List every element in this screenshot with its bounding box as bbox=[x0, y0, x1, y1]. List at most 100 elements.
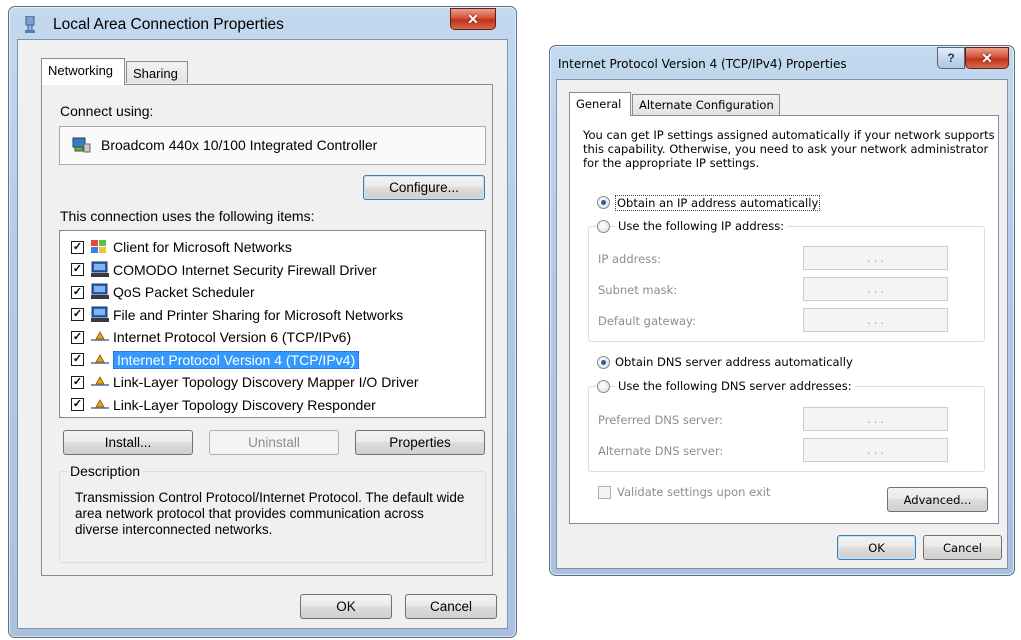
configure-button-label: Configure... bbox=[389, 180, 459, 195]
network-service-icon bbox=[90, 261, 110, 279]
configure-button[interactable]: Configure... bbox=[363, 175, 485, 200]
close-icon: ✕ bbox=[981, 49, 993, 66]
ip-address-field[interactable]: . . . bbox=[803, 246, 948, 270]
list-item[interactable]: ✓ Link-Layer Topology Discovery Mapper I/… bbox=[71, 371, 419, 393]
intro-line-1: You can get IP settings assigned automat… bbox=[583, 128, 995, 142]
protocol-icon bbox=[90, 351, 110, 369]
close-icon: ✕ bbox=[467, 10, 479, 27]
components-list[interactable]: ✓ Client for Microsoft Networks ✓ COMODO In… bbox=[59, 230, 486, 418]
help-button[interactable]: ? bbox=[937, 47, 965, 69]
subnet-mask-label: Subnet mask: bbox=[598, 283, 678, 297]
advanced-button-label: Advanced... bbox=[903, 492, 972, 507]
properties-button[interactable]: Properties bbox=[355, 430, 485, 455]
items-heading: This connection uses the following items… bbox=[60, 208, 315, 224]
protocol-icon bbox=[90, 396, 110, 414]
advanced-button[interactable]: Advanced... bbox=[887, 487, 988, 512]
title-bar[interactable]: Internet Protocol Version 4 (TCP/IPv4) P… bbox=[550, 46, 1014, 80]
item-label: Internet Protocol Version 4 (TCP/IPv4) bbox=[113, 350, 360, 369]
local-area-connection-properties-window: Local Area Connection Properties ✕ Netwo… bbox=[8, 6, 517, 638]
install-button[interactable]: Install... bbox=[63, 430, 193, 455]
item-label: Link-Layer Topology Discovery Mapper I/O… bbox=[113, 374, 419, 390]
tab-alternate-configuration[interactable]: Alternate Configuration bbox=[632, 94, 780, 115]
adapter-name: Broadcom 440x 10/100 Integrated Controll… bbox=[101, 137, 378, 153]
window-title: Local Area Connection Properties bbox=[53, 16, 284, 33]
ok-button[interactable]: OK bbox=[837, 535, 916, 560]
use-following-ip-label[interactable]: Use the following IP address: bbox=[615, 219, 788, 233]
item-checkbox[interactable]: ✓ bbox=[71, 330, 84, 344]
use-following-ip-radio[interactable] bbox=[597, 220, 610, 233]
preferred-dns-field[interactable]: . . . bbox=[803, 407, 948, 431]
list-item[interactable]: ✓ Link-Layer Topology Discovery Responder bbox=[71, 394, 376, 416]
alternate-dns-label: Alternate DNS server: bbox=[598, 444, 724, 458]
tab-networking[interactable]: Networking bbox=[41, 58, 125, 85]
item-label: Client for Microsoft Networks bbox=[113, 239, 292, 255]
network-client-icon bbox=[90, 238, 110, 256]
use-following-dns-radio[interactable] bbox=[597, 380, 610, 393]
protocol-icon bbox=[90, 328, 110, 346]
item-checkbox[interactable]: ✓ bbox=[71, 375, 84, 389]
connect-using-label: Connect using: bbox=[60, 103, 154, 119]
uninstall-button[interactable]: Uninstall bbox=[209, 430, 339, 455]
list-item[interactable]: ✓ Client for Microsoft Networks bbox=[71, 236, 292, 258]
title-bar[interactable]: Local Area Connection Properties ✕ bbox=[9, 7, 516, 41]
list-item[interactable]: ✓ Internet Protocol Version 4 (TCP/IPv4) bbox=[71, 349, 360, 371]
obtain-dns-auto-radio[interactable] bbox=[597, 356, 610, 369]
network-service-icon bbox=[90, 283, 110, 301]
item-checkbox[interactable]: ✓ bbox=[71, 398, 84, 411]
item-label: Link-Layer Topology Discovery Responder bbox=[113, 396, 376, 413]
preferred-dns-label: Preferred DNS server: bbox=[598, 413, 723, 427]
window-title: Internet Protocol Version 4 (TCP/IPv4) P… bbox=[558, 57, 847, 71]
default-gateway-label: Default gateway: bbox=[598, 314, 696, 328]
tab-sharing[interactable]: Sharing bbox=[126, 61, 188, 83]
cancel-button[interactable]: Cancel bbox=[923, 535, 1002, 560]
dialog-client-area: Networking Sharing Connect using: Broadc… bbox=[17, 39, 508, 629]
dialog-client-area: General Alternate Configuration You can … bbox=[556, 79, 1008, 569]
item-checkbox[interactable]: ✓ bbox=[71, 353, 84, 366]
tab-networking-label: Networking bbox=[48, 63, 114, 78]
uninstall-button-label: Uninstall bbox=[248, 435, 300, 450]
validate-label: Validate settings upon exit bbox=[617, 485, 771, 499]
list-item[interactable]: ✓ File and Printer Sharing for Microsoft … bbox=[71, 304, 403, 326]
ok-button-label: OK bbox=[868, 540, 885, 555]
preferred-dns-dots: . . . bbox=[867, 412, 884, 426]
help-icon: ? bbox=[947, 51, 955, 65]
intro-line-2: this capability. Otherwise, you need to … bbox=[583, 142, 989, 156]
ip-address-label: IP address: bbox=[598, 252, 662, 266]
item-label: COMODO Internet Security Firewall Driver bbox=[113, 261, 377, 278]
item-checkbox[interactable]: ✓ bbox=[71, 285, 84, 299]
item-checkbox[interactable]: ✓ bbox=[71, 240, 84, 254]
obtain-ip-auto-label[interactable]: Obtain an IP address automatically bbox=[615, 195, 821, 211]
obtain-ip-auto-radio[interactable] bbox=[597, 196, 610, 209]
network-service-icon bbox=[90, 306, 110, 324]
subnet-mask-dots: . . . bbox=[867, 282, 884, 296]
tab-alternate-configuration-label: Alternate Configuration bbox=[639, 98, 774, 112]
obtain-dns-auto-label[interactable]: Obtain DNS server address automatically bbox=[615, 355, 853, 369]
subnet-mask-field[interactable]: . . . bbox=[803, 277, 948, 301]
description-text: Transmission Control Protocol/Internet P… bbox=[75, 490, 465, 537]
use-following-dns-label[interactable]: Use the following DNS server addresses: bbox=[615, 379, 855, 393]
install-button-label: Install... bbox=[104, 435, 152, 450]
ok-button[interactable]: OK bbox=[300, 594, 392, 619]
item-label: QoS Packet Scheduler bbox=[113, 284, 255, 300]
item-checkbox[interactable]: ✓ bbox=[71, 308, 84, 321]
description-legend: Description bbox=[67, 463, 144, 479]
close-button[interactable]: ✕ bbox=[965, 47, 1009, 69]
item-label: Internet Protocol Version 6 (TCP/IPv6) bbox=[113, 329, 352, 345]
list-item[interactable]: ✓ QoS Packet Scheduler bbox=[71, 281, 255, 303]
close-button[interactable]: ✕ bbox=[450, 8, 496, 30]
alternate-dns-field[interactable]: . . . bbox=[803, 438, 948, 462]
default-gateway-field[interactable]: . . . bbox=[803, 308, 948, 332]
validate-checkbox[interactable] bbox=[598, 486, 611, 499]
properties-button-label: Properties bbox=[389, 435, 451, 450]
network-adapter-icon bbox=[23, 15, 37, 34]
cancel-button[interactable]: Cancel bbox=[405, 594, 497, 619]
ip-address-dots: . . . bbox=[867, 251, 884, 265]
list-item[interactable]: ✓ Internet Protocol Version 6 (TCP/IPv6) bbox=[71, 326, 351, 348]
tab-general[interactable]: General bbox=[569, 92, 631, 116]
item-checkbox[interactable]: ✓ bbox=[71, 263, 84, 276]
item-label: File and Printer Sharing for Microsoft N… bbox=[113, 306, 404, 323]
cancel-button-label: Cancel bbox=[429, 599, 473, 614]
adapter-display: Broadcom 440x 10/100 Integrated Controll… bbox=[59, 126, 486, 165]
list-item[interactable]: ✓ COMODO Internet Security Firewall Drive… bbox=[71, 259, 377, 281]
network-card-icon bbox=[71, 136, 91, 161]
